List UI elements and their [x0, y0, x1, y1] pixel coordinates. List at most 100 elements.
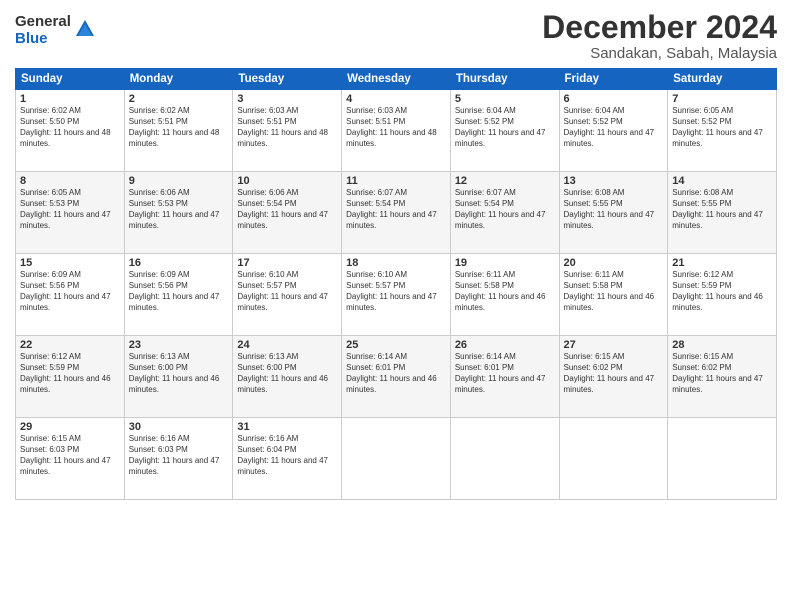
calendar-cell: 16Sunrise: 6:09 AMSunset: 5:56 PMDayligh…: [124, 254, 233, 336]
day-number: 25: [346, 339, 446, 351]
calendar-table: Sunday Monday Tuesday Wednesday Thursday…: [15, 68, 777, 500]
logo-blue: Blue: [15, 31, 71, 48]
cell-info: Sunrise: 6:07 AMSunset: 5:54 PMDaylight:…: [455, 188, 555, 231]
header: General Blue December 2024 Sandakan, Sab…: [15, 10, 777, 62]
calendar-cell: 8Sunrise: 6:05 AMSunset: 5:53 PMDaylight…: [16, 172, 125, 254]
day-number: 28: [672, 339, 772, 351]
logo-general: General: [15, 14, 71, 31]
cell-info: Sunrise: 6:03 AMSunset: 5:51 PMDaylight:…: [346, 106, 446, 149]
cell-info: Sunrise: 6:05 AMSunset: 5:52 PMDaylight:…: [672, 106, 772, 149]
calendar-cell: 30Sunrise: 6:16 AMSunset: 6:03 PMDayligh…: [124, 418, 233, 500]
day-number: 15: [20, 257, 120, 269]
cell-info: Sunrise: 6:04 AMSunset: 5:52 PMDaylight:…: [564, 106, 664, 149]
day-number: 9: [129, 175, 229, 187]
cell-info: Sunrise: 6:04 AMSunset: 5:52 PMDaylight:…: [455, 106, 555, 149]
calendar-cell: 7Sunrise: 6:05 AMSunset: 5:52 PMDaylight…: [668, 90, 777, 172]
day-number: 10: [237, 175, 337, 187]
day-number: 21: [672, 257, 772, 269]
calendar-week-row: 22Sunrise: 6:12 AMSunset: 5:59 PMDayligh…: [16, 336, 777, 418]
subtitle: Sandakan, Sabah, Malaysia: [542, 45, 777, 62]
calendar-cell: 26Sunrise: 6:14 AMSunset: 6:01 PMDayligh…: [450, 336, 559, 418]
calendar-cell: 5Sunrise: 6:04 AMSunset: 5:52 PMDaylight…: [450, 90, 559, 172]
cell-info: Sunrise: 6:02 AMSunset: 5:50 PMDaylight:…: [20, 106, 120, 149]
day-number: 29: [20, 421, 120, 433]
day-number: 27: [564, 339, 664, 351]
calendar-cell: 12Sunrise: 6:07 AMSunset: 5:54 PMDayligh…: [450, 172, 559, 254]
day-number: 3: [237, 93, 337, 105]
header-wednesday: Wednesday: [342, 69, 451, 90]
cell-info: Sunrise: 6:16 AMSunset: 6:04 PMDaylight:…: [237, 434, 337, 477]
cell-info: Sunrise: 6:09 AMSunset: 5:56 PMDaylight:…: [129, 270, 229, 313]
calendar-cell: [559, 418, 668, 500]
day-number: 6: [564, 93, 664, 105]
day-number: 14: [672, 175, 772, 187]
day-number: 23: [129, 339, 229, 351]
day-number: 2: [129, 93, 229, 105]
day-number: 31: [237, 421, 337, 433]
cell-info: Sunrise: 6:06 AMSunset: 5:53 PMDaylight:…: [129, 188, 229, 231]
day-number: 26: [455, 339, 555, 351]
day-number: 30: [129, 421, 229, 433]
day-number: 11: [346, 175, 446, 187]
day-number: 1: [20, 93, 120, 105]
header-tuesday: Tuesday: [233, 69, 342, 90]
cell-info: Sunrise: 6:12 AMSunset: 5:59 PMDaylight:…: [672, 270, 772, 313]
header-sunday: Sunday: [16, 69, 125, 90]
calendar-cell: 3Sunrise: 6:03 AMSunset: 5:51 PMDaylight…: [233, 90, 342, 172]
day-number: 20: [564, 257, 664, 269]
cell-info: Sunrise: 6:11 AMSunset: 5:58 PMDaylight:…: [564, 270, 664, 313]
page: General Blue December 2024 Sandakan, Sab…: [0, 0, 792, 612]
cell-info: Sunrise: 6:07 AMSunset: 5:54 PMDaylight:…: [346, 188, 446, 231]
calendar-cell: 11Sunrise: 6:07 AMSunset: 5:54 PMDayligh…: [342, 172, 451, 254]
calendar-cell: 6Sunrise: 6:04 AMSunset: 5:52 PMDaylight…: [559, 90, 668, 172]
calendar-cell: 13Sunrise: 6:08 AMSunset: 5:55 PMDayligh…: [559, 172, 668, 254]
calendar-cell: 28Sunrise: 6:15 AMSunset: 6:02 PMDayligh…: [668, 336, 777, 418]
cell-info: Sunrise: 6:13 AMSunset: 6:00 PMDaylight:…: [129, 352, 229, 395]
cell-info: Sunrise: 6:02 AMSunset: 5:51 PMDaylight:…: [129, 106, 229, 149]
calendar-cell: 23Sunrise: 6:13 AMSunset: 6:00 PMDayligh…: [124, 336, 233, 418]
calendar-cell: [668, 418, 777, 500]
calendar-week-row: 1Sunrise: 6:02 AMSunset: 5:50 PMDaylight…: [16, 90, 777, 172]
calendar-cell: 2Sunrise: 6:02 AMSunset: 5:51 PMDaylight…: [124, 90, 233, 172]
cell-info: Sunrise: 6:16 AMSunset: 6:03 PMDaylight:…: [129, 434, 229, 477]
day-number: 16: [129, 257, 229, 269]
cell-info: Sunrise: 6:10 AMSunset: 5:57 PMDaylight:…: [237, 270, 337, 313]
cell-info: Sunrise: 6:03 AMSunset: 5:51 PMDaylight:…: [237, 106, 337, 149]
day-number: 13: [564, 175, 664, 187]
cell-info: Sunrise: 6:08 AMSunset: 5:55 PMDaylight:…: [564, 188, 664, 231]
cell-info: Sunrise: 6:12 AMSunset: 5:59 PMDaylight:…: [20, 352, 120, 395]
calendar-cell: 21Sunrise: 6:12 AMSunset: 5:59 PMDayligh…: [668, 254, 777, 336]
cell-info: Sunrise: 6:08 AMSunset: 5:55 PMDaylight:…: [672, 188, 772, 231]
calendar-cell: 25Sunrise: 6:14 AMSunset: 6:01 PMDayligh…: [342, 336, 451, 418]
day-number: 17: [237, 257, 337, 269]
calendar-cell: 27Sunrise: 6:15 AMSunset: 6:02 PMDayligh…: [559, 336, 668, 418]
logo-icon: [74, 18, 96, 40]
cell-info: Sunrise: 6:15 AMSunset: 6:02 PMDaylight:…: [564, 352, 664, 395]
calendar-cell: 10Sunrise: 6:06 AMSunset: 5:54 PMDayligh…: [233, 172, 342, 254]
header-saturday: Saturday: [668, 69, 777, 90]
calendar-cell: 18Sunrise: 6:10 AMSunset: 5:57 PMDayligh…: [342, 254, 451, 336]
calendar-week-row: 15Sunrise: 6:09 AMSunset: 5:56 PMDayligh…: [16, 254, 777, 336]
calendar-cell: 4Sunrise: 6:03 AMSunset: 5:51 PMDaylight…: [342, 90, 451, 172]
cell-info: Sunrise: 6:13 AMSunset: 6:00 PMDaylight:…: [237, 352, 337, 395]
calendar-cell: 29Sunrise: 6:15 AMSunset: 6:03 PMDayligh…: [16, 418, 125, 500]
cell-info: Sunrise: 6:14 AMSunset: 6:01 PMDaylight:…: [346, 352, 446, 395]
day-number: 22: [20, 339, 120, 351]
logo-text: General Blue: [15, 14, 71, 47]
header-thursday: Thursday: [450, 69, 559, 90]
calendar-cell: 15Sunrise: 6:09 AMSunset: 5:56 PMDayligh…: [16, 254, 125, 336]
cell-info: Sunrise: 6:09 AMSunset: 5:56 PMDaylight:…: [20, 270, 120, 313]
calendar-cell: 1Sunrise: 6:02 AMSunset: 5:50 PMDaylight…: [16, 90, 125, 172]
day-number: 7: [672, 93, 772, 105]
title-block: December 2024 Sandakan, Sabah, Malaysia: [542, 10, 777, 62]
calendar-cell: 24Sunrise: 6:13 AMSunset: 6:00 PMDayligh…: [233, 336, 342, 418]
header-monday: Monday: [124, 69, 233, 90]
day-number: 18: [346, 257, 446, 269]
calendar-cell: [342, 418, 451, 500]
calendar-cell: 20Sunrise: 6:11 AMSunset: 5:58 PMDayligh…: [559, 254, 668, 336]
day-number: 19: [455, 257, 555, 269]
calendar-cell: 22Sunrise: 6:12 AMSunset: 5:59 PMDayligh…: [16, 336, 125, 418]
cell-info: Sunrise: 6:11 AMSunset: 5:58 PMDaylight:…: [455, 270, 555, 313]
header-friday: Friday: [559, 69, 668, 90]
calendar-cell: [450, 418, 559, 500]
